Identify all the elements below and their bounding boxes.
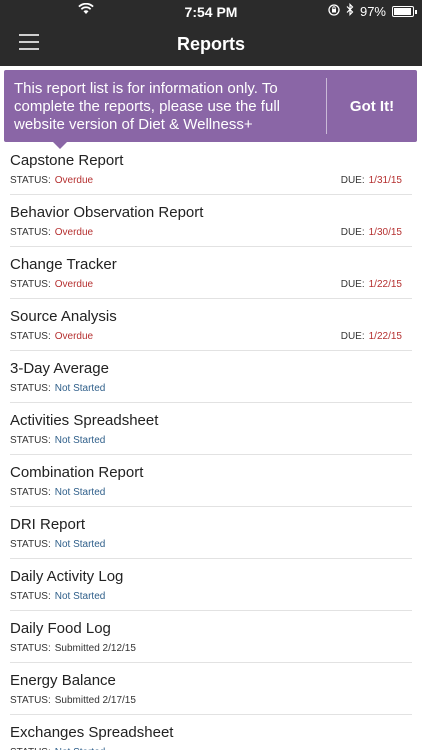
report-status: STATUS:Not Started — [10, 591, 105, 602]
due-label: DUE: — [340, 279, 365, 290]
status-label: STATUS: — [10, 227, 51, 238]
report-status: STATUS: Overdue — [10, 331, 93, 342]
report-status: STATUS: Overdue — [10, 279, 93, 290]
bluetooth-icon — [346, 3, 354, 19]
report-status: STATUS:Not Started — [10, 539, 105, 550]
report-title: Capstone Report — [10, 152, 124, 169]
report-title: Behavior Observation Report — [10, 204, 204, 221]
status-label: STATUS: — [10, 487, 51, 498]
status-bar: 7:54 PM 97% — [0, 0, 422, 22]
report-row[interactable]: Activities Spreadsheet STATUS: Not Started — [10, 403, 412, 455]
report-title: Activities Spreadsheet — [10, 412, 159, 429]
status-label: STATUS: — [10, 695, 51, 706]
report-due: DUE: 1/30/15 — [341, 227, 402, 238]
report-row[interactable]: Change Tracker STATUS: Overdue DUE: 1/22/15 — [10, 247, 412, 299]
status-label: STATUS: — [10, 539, 51, 550]
navigation-bar: Reports — [0, 22, 422, 66]
due-label: DUE: — [340, 331, 365, 342]
report-title: Daily Activity Log — [10, 568, 124, 585]
status-value: Submitted 2/12/15 — [54, 643, 136, 654]
report-row[interactable]: Combination Report STATUS: Not Started — [10, 455, 412, 507]
report-status: STATUS: Overdue — [10, 227, 93, 238]
status-value: Not Started — [54, 435, 106, 446]
status-label: STATUS: — [10, 175, 51, 186]
battery-icon — [392, 5, 417, 17]
report-title: Exchanges Spreadsheet — [10, 724, 174, 741]
report-title: Source Analysis — [10, 308, 117, 325]
status-value: Not Started — [54, 383, 106, 394]
report-title: DRI Report — [10, 516, 86, 533]
report-status: STATUS:Not Started — [10, 487, 105, 498]
report-row[interactable]: DRI Report STATUS: Not Started — [10, 507, 412, 559]
report-row[interactable]: Daily Activity Log STATUS: Not Started — [10, 559, 412, 611]
status-label: STATUS: — [10, 279, 51, 290]
battery-percent: 97% — [359, 3, 386, 19]
report-status: STATUS:Not Started — [10, 435, 105, 446]
page-title: Reports — [176, 34, 245, 54]
info-banner-message: This report list is for information only… — [14, 80, 280, 133]
status-value: Overdue — [54, 331, 94, 342]
status-value: Submitted 2/17/15 — [54, 695, 136, 706]
report-title: Daily Food Log — [10, 620, 111, 637]
status-value: Overdue — [54, 227, 94, 238]
status-value: Not Started — [54, 591, 106, 602]
due-date: 1/31/15 — [368, 175, 402, 186]
status-label: STATUS: — [10, 383, 51, 394]
report-list: Capstone Report STATUS: Overdue DUE: 1/31/15… — [0, 143, 422, 750]
due-label: DUE: — [340, 227, 365, 238]
top-bar: 7:54 PM 97% Reports — [0, 0, 422, 66]
report-row[interactable]: Energy Balance STATUS: Submitted 2/17/15 — [10, 663, 412, 715]
report-status: STATUS: Submitted 2/12/15 — [10, 643, 136, 654]
rotation-lock-icon — [328, 3, 340, 19]
report-due: DUE: 1/31/15 — [341, 175, 402, 186]
due-label: DUE: — [340, 175, 365, 186]
status-label: STATUS: — [10, 591, 51, 602]
due-date: 1/22/15 — [368, 331, 402, 342]
report-row[interactable]: Exchanges SpreadsheetSTATUS:Not Started — [10, 715, 412, 750]
status-value: Not Started — [54, 539, 106, 550]
report-title: Change Tracker — [10, 256, 117, 273]
status-label: STATUS: — [10, 435, 51, 446]
status-value: Overdue — [54, 175, 94, 186]
report-title: Combination Report — [10, 464, 144, 481]
report-due: DUE: 1/22/15 — [341, 279, 402, 290]
report-status: STATUS:Not Started — [10, 383, 105, 394]
report-due: DUE: 1/22/15 — [341, 331, 402, 342]
report-status: STATUS: Overdue — [10, 175, 93, 186]
info-banner: This report list is for information only… — [4, 70, 417, 149]
report-row[interactable]: 3-Day Average STATUS: Not Started — [10, 351, 412, 403]
status-label: STATUS: — [10, 331, 51, 342]
status-value: Overdue — [54, 279, 94, 290]
report-row[interactable]: Daily Food Log STATUS: Submitted 2/12/15 — [10, 611, 412, 663]
report-status: STATUS: Submitted 2/17/15 — [10, 695, 136, 706]
report-row[interactable]: Capstone Report STATUS: Overdue DUE: 1/31/15 — [10, 143, 412, 195]
status-value: Not Started — [54, 487, 106, 498]
report-row[interactable]: Source Analysis STATUS: Overdue DUE: 1/22/15 — [10, 299, 412, 351]
status-right: 97% — [328, 3, 417, 19]
report-title: Energy Balance — [10, 672, 116, 689]
report-title: 3-Day Average — [10, 360, 109, 377]
due-date: 1/22/15 — [368, 279, 402, 290]
status-label: STATUS: — [10, 643, 51, 654]
got-it-button[interactable]: Got It! — [327, 70, 417, 142]
report-row[interactable]: Behavior Observation Report STATUS: Overdu… — [10, 195, 412, 247]
due-date: 1/30/15 — [368, 227, 402, 238]
